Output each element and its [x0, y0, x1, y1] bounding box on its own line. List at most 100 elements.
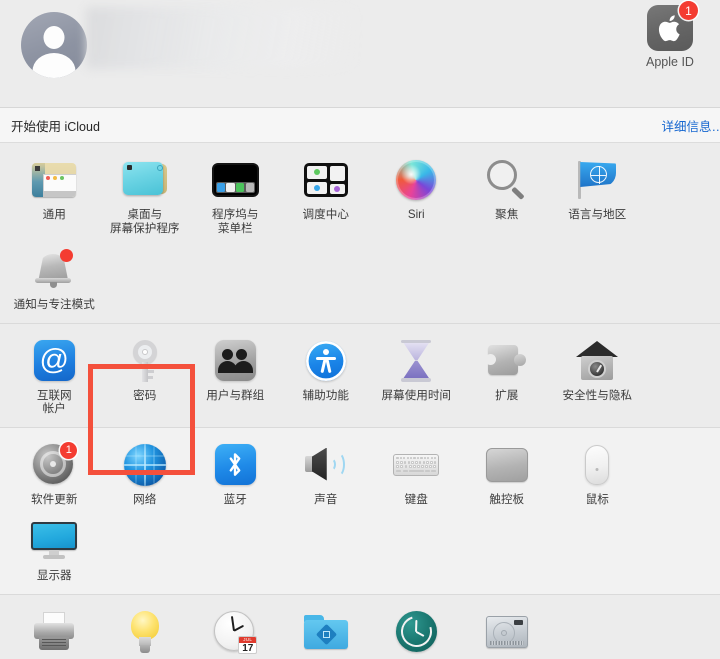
preferences-section-system: 打印机与 扫描仪 节能 JUL 17 — [0, 594, 720, 659]
apple-id-label: Apple ID — [646, 55, 694, 69]
displays-icon — [11, 517, 98, 565]
accessibility-icon — [283, 337, 370, 385]
pref-item-spotlight[interactable]: 聚焦 — [462, 152, 553, 242]
apple-id-icon-wrapper: 1 — [647, 1, 698, 51]
pref-item-label: 声音 — [314, 492, 338, 506]
pref-item-software-update[interactable]: 1 软件更新 — [9, 437, 100, 514]
preference-grid: 通用 桌面与 屏幕保护程序 程序坞与 菜单栏 调度中心 Siri 聚焦 语言与地… — [0, 152, 720, 319]
pref-item-label: 密码 — [133, 388, 157, 402]
notifications-focus-icon — [11, 246, 98, 294]
pref-item-date-time[interactable]: JUL 17 日期与时间 — [190, 604, 281, 659]
pref-item-label: 蓝牙 — [223, 492, 247, 506]
pref-item-siri[interactable]: Siri — [371, 152, 462, 242]
software-update-badge: 1 — [60, 441, 78, 459]
pref-item-screen-time[interactable]: 屏幕使用时间 — [371, 333, 462, 423]
avatar[interactable] — [21, 12, 87, 78]
pref-item-label: 软件更新 — [31, 492, 78, 506]
pref-item-bluetooth[interactable]: 蓝牙 — [190, 437, 281, 514]
siri-icon — [373, 156, 460, 204]
pref-item-label: 语言与地区 — [568, 208, 627, 221]
sharing-folder-icon — [283, 608, 370, 656]
pref-item-label: 屏幕使用时间 — [381, 388, 452, 402]
icloud-banner: 开始使用 iCloud 详细信息… — [0, 108, 720, 143]
pref-item-sound[interactable]: 声音 — [281, 437, 372, 514]
account-name-redacted — [86, 7, 358, 69]
pref-item-label: 互联网 帐户 — [36, 388, 72, 416]
network-globe-icon — [102, 441, 189, 489]
bluetooth-icon — [192, 441, 279, 489]
pref-item-printers-scanners[interactable]: 打印机与 扫描仪 — [9, 604, 100, 659]
pref-item-label: 通知与专注模式 — [13, 298, 95, 311]
calendar-day: 17 — [242, 642, 254, 654]
pref-item-network[interactable]: 网络 — [100, 437, 191, 514]
pref-item-accessibility[interactable]: 辅助功能 — [281, 333, 372, 423]
pref-item-extensions[interactable]: 扩展 — [462, 333, 553, 423]
pref-item-label: 触控板 — [489, 492, 525, 506]
pref-item-security-privacy[interactable]: 安全性与隐私 — [552, 333, 643, 423]
users-groups-icon — [192, 337, 279, 385]
pref-item-general[interactable]: 通用 — [9, 152, 100, 242]
pref-item-label: 聚焦 — [495, 208, 519, 221]
desktop-screensaver-icon — [102, 156, 189, 204]
pref-item-notifications-focus[interactable]: 通知与专注模式 — [9, 242, 100, 319]
extensions-puzzle-icon — [464, 337, 551, 385]
pref-item-label: 通用 — [42, 208, 66, 221]
apple-id-badge: 1 — [679, 1, 698, 20]
pref-item-time-machine[interactable]: 时间机器 — [371, 604, 462, 659]
pref-item-label: 辅助功能 — [302, 388, 349, 402]
keyboard-icon — [373, 441, 460, 489]
preferences-section-personal: 通用 桌面与 屏幕保护程序 程序坞与 菜单栏 调度中心 Siri 聚焦 语言与地… — [0, 143, 720, 323]
internet-accounts-icon: @ — [11, 337, 98, 385]
software-update-icon: 1 — [11, 441, 98, 489]
pref-item-startup-disk[interactable]: 启动磁盘 — [462, 604, 553, 659]
icloud-details-link[interactable]: 详细信息… — [661, 116, 720, 135]
pref-item-label: 显示器 — [36, 569, 72, 582]
time-machine-icon — [373, 608, 460, 656]
preference-grid: 1 软件更新 网络 蓝牙 声音 键盘 触控板 鼠标 显示器 — [0, 437, 720, 590]
preference-grid: @ 互联网 帐户 密码 用户与群组 辅助功能 屏幕使用时间 扩展 安全性与隐私 — [0, 333, 720, 423]
pref-item-energy-saver[interactable]: 节能 — [100, 604, 191, 659]
security-privacy-icon — [554, 337, 641, 385]
avatar-head-shape — [43, 26, 65, 49]
energy-saver-bulb-icon — [102, 608, 189, 656]
pref-item-passwords[interactable]: 密码 — [100, 333, 191, 423]
icloud-banner-text: 开始使用 iCloud — [11, 119, 100, 134]
pref-item-mouse[interactable]: 鼠标 — [552, 437, 643, 514]
mission-control-icon — [283, 156, 370, 204]
account-header: 1 Apple ID — [0, 0, 720, 108]
pref-item-label: 网络 — [133, 492, 157, 506]
pref-item-internet-accounts[interactable]: @ 互联网 帐户 — [9, 333, 100, 423]
pref-item-label: 安全性与隐私 — [562, 388, 633, 402]
pref-item-language-region[interactable]: 语言与地区 — [552, 152, 643, 242]
startup-disk-icon — [464, 608, 551, 656]
language-region-icon — [554, 156, 641, 204]
pref-item-dock-menubar[interactable]: 程序坞与 菜单栏 — [190, 152, 281, 242]
calendar-chip: JUL 17 — [238, 635, 258, 654]
preferences-section-hardware: 1 软件更新 网络 蓝牙 声音 键盘 触控板 鼠标 显示器 — [0, 427, 720, 594]
pref-item-trackpad[interactable]: 触控板 — [462, 437, 553, 514]
trackpad-icon — [464, 441, 551, 489]
pref-item-label: 程序坞与 菜单栏 — [212, 208, 259, 235]
pref-item-label: Siri — [407, 208, 425, 221]
dock-menubar-icon — [192, 156, 279, 204]
pref-item-users-groups[interactable]: 用户与群组 — [190, 333, 281, 423]
pref-item-label: 扩展 — [495, 388, 519, 402]
pref-item-displays[interactable]: 显示器 — [9, 513, 100, 590]
pref-item-sharing[interactable]: 共享 — [281, 604, 372, 659]
pref-item-mission-control[interactable]: 调度中心 — [281, 152, 372, 242]
pref-item-desktop-screensaver[interactable]: 桌面与 屏幕保护程序 — [100, 152, 191, 242]
printers-scanners-icon — [11, 608, 98, 656]
pref-item-label: 调度中心 — [302, 208, 349, 221]
spotlight-icon — [464, 156, 551, 204]
pref-item-keyboard[interactable]: 键盘 — [371, 437, 462, 514]
pref-item-label: 鼠标 — [585, 492, 609, 506]
date-time-clock-icon: JUL 17 — [192, 608, 279, 656]
preference-grid: 打印机与 扫描仪 节能 JUL 17 — [0, 604, 720, 659]
apple-id-button[interactable]: 1 Apple ID — [632, 1, 708, 69]
preferences-section-accounts: @ 互联网 帐户 密码 用户与群组 辅助功能 屏幕使用时间 扩展 安全性与隐私 — [0, 323, 720, 427]
pref-item-label: 用户与群组 — [206, 388, 265, 402]
pref-item-label: 键盘 — [404, 492, 428, 506]
avatar-body-shape — [32, 53, 76, 78]
general-icon — [11, 156, 98, 204]
sound-icon — [283, 441, 370, 489]
